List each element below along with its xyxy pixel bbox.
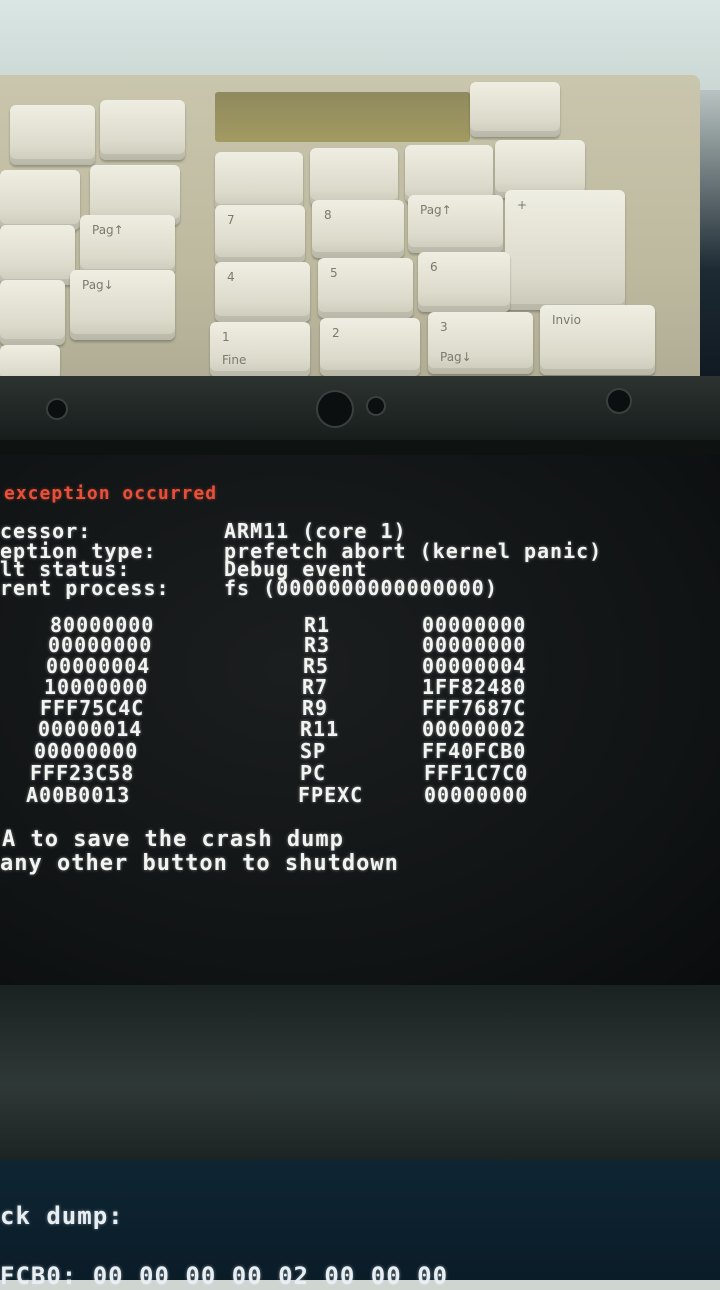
keyboard-key-1: 1 Fine xyxy=(210,322,310,377)
register-right-value: 00000002 xyxy=(422,717,527,741)
bottom-screen: ck dump: FCB0: 00 00 00 00 02 00 00 00 xyxy=(0,1160,720,1290)
exception-title: exception occurred xyxy=(4,483,218,504)
info-value: fs (0000000000000000) xyxy=(224,576,498,600)
keyboard-key xyxy=(215,152,303,210)
top-screen: exception occurred cessor: ARM11 (core 1… xyxy=(0,455,720,985)
console-lower-body xyxy=(0,985,720,1165)
keyboard-key xyxy=(0,225,75,285)
keyboard-key xyxy=(0,280,65,345)
camera-lens xyxy=(318,392,352,426)
keyboard-key-8: 8 xyxy=(312,200,404,258)
register-left-value: A00B0013 xyxy=(26,783,131,807)
keyboard-key-3: 3 Pag↓ xyxy=(428,312,533,374)
camera-led xyxy=(368,398,384,414)
register-right-value: FF40FCB0 xyxy=(422,739,527,763)
register-left-value: 00000000 xyxy=(34,739,139,763)
register-right-name: FPEXC xyxy=(298,783,364,807)
prompt-shutdown: any other button to shutdown xyxy=(0,851,399,876)
prompt-save-crash-dump: A to save the crash dump xyxy=(2,827,344,852)
keyboard-key-7: 7 xyxy=(215,205,305,263)
console-hinge xyxy=(0,376,720,446)
register-left-value: 00000014 xyxy=(38,717,143,741)
hinge-screw-left xyxy=(48,400,66,418)
keyboard-key-enter: Invio xyxy=(540,305,655,375)
keyboard-key-2: 2 xyxy=(320,318,420,376)
keyboard-key xyxy=(100,100,185,160)
keyboard-key-6: 6 xyxy=(418,252,510,312)
keyboard-key: Pag↑ xyxy=(408,195,503,253)
hinge-screw-right xyxy=(608,390,630,412)
keyboard-key-5: 5 xyxy=(318,258,413,318)
info-label: rent process: xyxy=(0,576,170,600)
keyboard-lcd-strip xyxy=(215,92,470,142)
keyboard-key xyxy=(0,170,80,230)
register-left-value: FFF23C58 xyxy=(30,761,135,785)
register-right-value: FFF1C7C0 xyxy=(424,761,529,785)
keyboard-key xyxy=(10,105,95,165)
keyboard-key xyxy=(470,82,560,137)
stack-dump-heading: ck dump: xyxy=(0,1202,124,1230)
register-right-value: 00000000 xyxy=(424,783,529,807)
keyboard-key-pgdn: Pag↓ xyxy=(70,270,175,340)
register-right-name: R11 xyxy=(300,717,340,741)
register-right-name: SP xyxy=(300,739,327,763)
register-right-name: PC xyxy=(300,761,327,785)
keyboard-key-plus: + xyxy=(505,190,625,310)
stack-dump-line: FCB0: 00 00 00 00 02 00 00 00 xyxy=(0,1262,449,1290)
keyboard-key xyxy=(310,148,398,206)
keyboard-key-pgup: Pag↑ xyxy=(80,215,175,275)
keyboard-key-4: 4 xyxy=(215,262,310,322)
